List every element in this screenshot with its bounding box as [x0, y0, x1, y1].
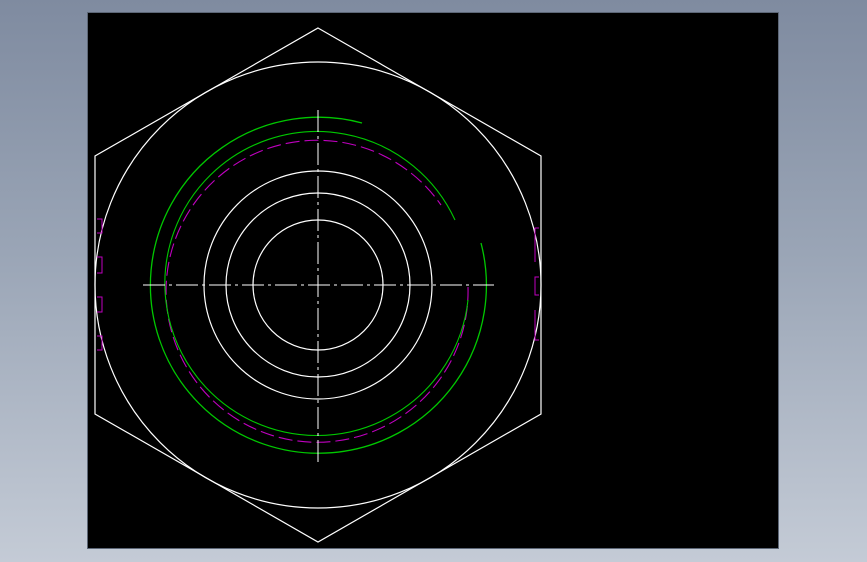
hex-nut-drawing [94, 27, 542, 543]
thread-minor-arc [164, 130, 469, 437]
hidden-thread-arc [165, 139, 469, 443]
